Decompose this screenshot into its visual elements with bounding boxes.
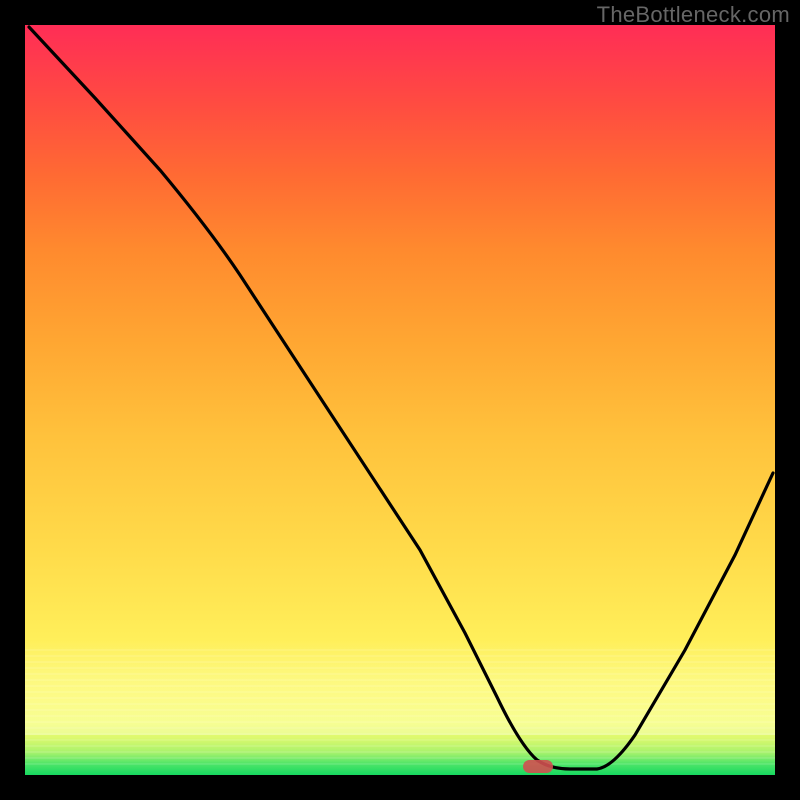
bottleneck-curve xyxy=(25,25,775,775)
optimal-marker xyxy=(523,760,553,773)
curve-path xyxy=(29,27,773,769)
chart-frame: TheBottleneck.com xyxy=(0,0,800,800)
watermark-text: TheBottleneck.com xyxy=(597,2,790,28)
plot-area xyxy=(25,25,775,775)
